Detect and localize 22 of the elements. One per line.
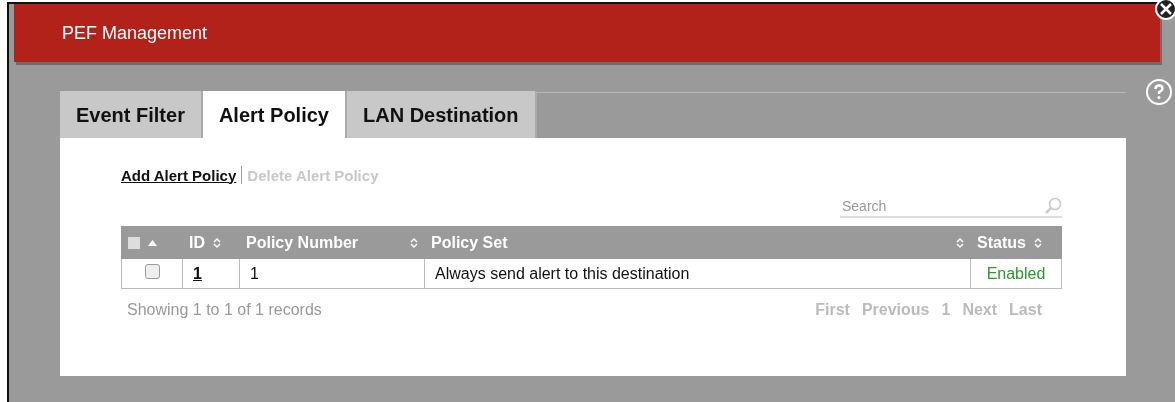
close-icon[interactable]	[1155, 0, 1175, 20]
column-header[interactable]: Policy Set	[431, 233, 508, 252]
search-icon[interactable]	[1044, 197, 1062, 215]
sort-icon[interactable]	[1033, 236, 1042, 249]
tab[interactable]: Alert Policy	[202, 91, 347, 138]
table-cell: Always send alert to this destination	[435, 264, 690, 282]
sort-icon[interactable]	[213, 236, 221, 249]
table-cell: 1	[250, 264, 259, 282]
tab[interactable]: Event Filter	[60, 91, 203, 138]
status-text: Enabled	[986, 264, 1046, 282]
sort-icon[interactable]	[956, 236, 964, 249]
row-checkbox[interactable]	[144, 264, 160, 279]
records-summary: Showing 1 to 1 of 1 records	[126, 301, 322, 319]
help-icon[interactable]	[1145, 78, 1173, 106]
sort-ascending-icon[interactable]	[148, 239, 157, 246]
tab[interactable]: LAN Destination	[346, 91, 537, 138]
action-link[interactable]: Add Alert Policy	[121, 166, 237, 184]
window-title: PEF Management	[62, 22, 208, 44]
select-all-checkbox[interactable]	[128, 236, 140, 249]
column-header[interactable]: ID	[189, 233, 205, 252]
sort-icon[interactable]	[410, 236, 418, 249]
id-link[interactable]: 1	[193, 264, 202, 282]
